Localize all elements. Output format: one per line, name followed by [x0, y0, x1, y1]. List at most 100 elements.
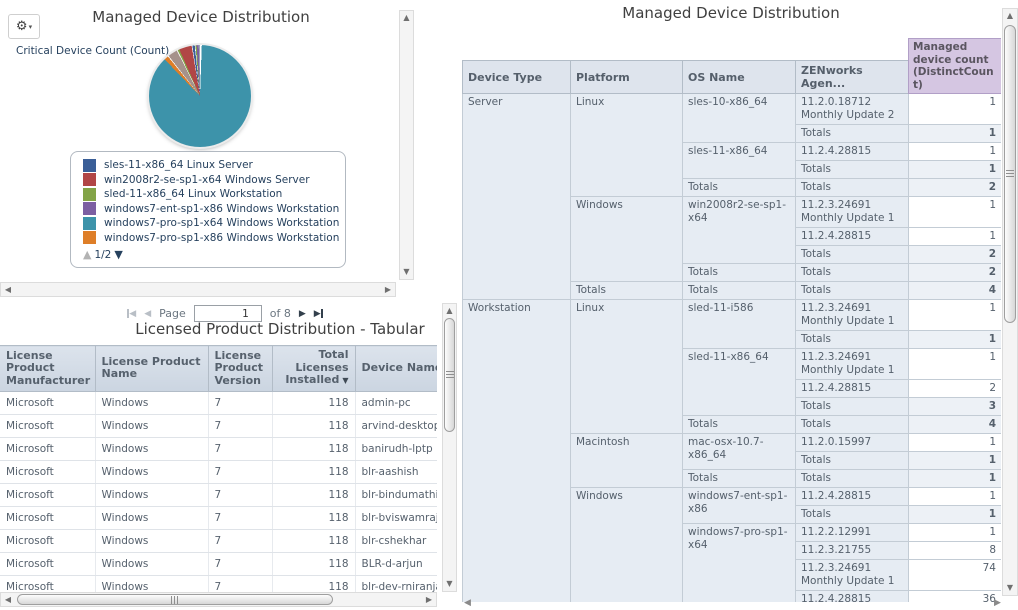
scroll-down-icon[interactable]: ▼	[1003, 584, 1017, 592]
crosstab-cell: 4	[909, 282, 1002, 300]
table-cell: 118	[272, 552, 355, 575]
crosstab-cell: 4	[909, 416, 1002, 434]
page-label: Page	[159, 307, 186, 320]
crosstab-cell: 1	[909, 161, 1002, 179]
crosstab-cell: 11.2.4.28815	[796, 488, 909, 506]
legend-page-indicator: 1/2	[94, 249, 111, 261]
crosstab-cell: windows7-ent-sp1-x86	[683, 488, 796, 524]
scrollbar-thumb[interactable]	[444, 318, 455, 432]
column-header-zenworks-agent[interactable]: ZENworks Agen...	[796, 61, 909, 94]
pie-chart[interactable]	[149, 45, 251, 147]
table-cell: Windows	[95, 414, 208, 437]
legend-item[interactable]: windows7-pro-sp1-x86 Windows Workstation	[83, 231, 339, 246]
column-header-license-product-name[interactable]: License Product Name	[95, 346, 208, 392]
legend-pager: ▲ 1/2 ▼	[83, 248, 339, 261]
crosstab-cell: 1	[909, 524, 1002, 542]
legend-item[interactable]: win2008r2-se-sp1-x64 Windows Server	[83, 173, 339, 188]
crosstab-row: WorkstationLinuxsled-11-i58611.2.3.24691…	[463, 300, 1002, 331]
scroll-up-icon[interactable]: ▲	[443, 307, 456, 315]
scroll-up-icon[interactable]: ▲	[1003, 12, 1017, 20]
crosstab-cell: Totals	[683, 470, 796, 488]
crosstab-vertical-scrollbar[interactable]: ▲ ▼	[1002, 8, 1018, 596]
table-cell: blr-aashish	[355, 460, 437, 483]
legend-item[interactable]: windows7-ent-sp1-x86 Windows Workstation	[83, 202, 339, 217]
pie-vertical-scrollbar[interactable]: ▲ ▼	[399, 10, 414, 280]
legend-label: win2008r2-se-sp1-x64 Windows Server	[104, 174, 310, 186]
pie-legend: sles-11-x86_64 Linux Serverwin2008r2-se-…	[70, 151, 346, 268]
table-row: MicrosoftWindows7118blr-bviswamraju	[0, 506, 437, 529]
crosstab-cell: sles-11-x86_64	[683, 143, 796, 179]
crosstab-cell: Totals	[571, 282, 683, 300]
licensed-horizontal-scrollbar[interactable]: ◀ ▶	[0, 592, 437, 607]
column-header-managed-device-count[interactable]: Managed device count (DistinctCount)	[909, 61, 1002, 94]
pie-horizontal-scrollbar[interactable]: ◀ ▶	[0, 282, 396, 297]
scrollbar-thumb[interactable]	[1004, 25, 1016, 323]
legend-label: windows7-ent-sp1-x86 Windows Workstation	[104, 203, 339, 215]
scroll-left-icon[interactable]: ◀	[3, 286, 13, 299]
legend-page-down-icon[interactable]: ▼	[114, 248, 122, 261]
licensed-table-body: MicrosoftWindows7118admin-pcMicrosoftWin…	[0, 391, 437, 592]
column-header-os-name[interactable]: OS Name	[683, 61, 796, 94]
crosstab-cell: Totals	[796, 282, 909, 300]
crosstab-cell: Totals	[796, 264, 909, 282]
crosstab-cell: Totals	[683, 282, 796, 300]
crosstab-cell: 8	[909, 542, 1002, 560]
scroll-right-icon[interactable]: ▶	[383, 286, 393, 299]
crosstab-cell: Totals	[796, 452, 909, 470]
pie-panel: ⚙ ▾ Managed Device Distribution Critical…	[0, 0, 416, 298]
previous-page-icon[interactable]: ◀	[144, 309, 151, 319]
scroll-left-icon[interactable]: ◀	[3, 596, 13, 609]
column-header-license-product-version[interactable]: License Product Version	[208, 346, 272, 392]
crosstab-cell: 11.2.4.28815	[796, 591, 909, 603]
table-cell: blr-bviswamraju	[355, 506, 437, 529]
legend-label: windows7-pro-sp1-x86 Windows Workstation	[104, 232, 339, 244]
column-header-license-product-manufacturer[interactable]: License Product Manufacturer	[0, 346, 95, 392]
pie-measure-label: Critical Device Count (Count)	[16, 45, 169, 57]
next-page-icon[interactable]: ▶	[299, 309, 306, 319]
crosstab-cell: 2	[909, 179, 1002, 197]
table-cell: Windows	[95, 460, 208, 483]
crosstab-table: Device Type Platform OS Name ZENworks Ag…	[462, 60, 1001, 602]
table-cell: Microsoft	[0, 391, 95, 414]
last-page-icon[interactable]: ▶	[314, 309, 323, 319]
first-page-icon[interactable]: ◀	[127, 309, 136, 319]
crosstab-cell: 1	[909, 300, 1002, 331]
scroll-down-icon[interactable]: ▼	[443, 580, 456, 588]
legend-item[interactable]: sled-11-x86_64 Linux Workstation	[83, 187, 339, 202]
table-cell: 118	[272, 414, 355, 437]
licensed-vertical-scrollbar[interactable]: ▲ ▼	[442, 303, 457, 592]
scroll-right-icon[interactable]: ▶	[424, 596, 434, 609]
column-header-platform[interactable]: Platform	[571, 61, 683, 94]
scroll-left-icon[interactable]: ◀	[464, 598, 471, 608]
crosstab-cell: 11.2.3.24691 Monthly Update 1	[796, 300, 909, 331]
crosstab-cell: Totals	[796, 470, 909, 488]
highlighted-measure-header[interactable]: Managed device count (DistinctCount)	[908, 38, 1001, 94]
scroll-right-icon[interactable]: ▶	[994, 598, 1001, 608]
table-cell: 118	[272, 506, 355, 529]
crosstab-cell: win2008r2-se-sp1-x64	[683, 197, 796, 264]
table-row: MicrosoftWindows7118BLR-d-arjun	[0, 552, 437, 575]
table-cell: 7	[208, 529, 272, 552]
legend-swatch-icon	[83, 173, 96, 186]
column-header-device-type[interactable]: Device Type	[463, 61, 571, 94]
legend-item[interactable]: sles-11-x86_64 Linux Server	[83, 158, 339, 173]
legend-item[interactable]: windows7-pro-sp1-x64 Windows Workstation	[83, 216, 339, 231]
table-cell: 7	[208, 414, 272, 437]
crosstab-cell: 1	[909, 349, 1002, 380]
column-header-device-name[interactable]: Device Name	[355, 346, 437, 392]
column-header-total-licenses-installed[interactable]: Total Licenses Installed▼	[272, 346, 355, 392]
crosstab-cell: Totals	[796, 506, 909, 524]
scroll-up-icon[interactable]: ▲	[400, 14, 413, 22]
table-cell: Microsoft	[0, 460, 95, 483]
scrollbar-thumb[interactable]	[17, 594, 333, 605]
legend-page-up-icon[interactable]: ▲	[83, 248, 91, 261]
scroll-down-icon[interactable]: ▼	[400, 268, 413, 276]
table-cell: Windows	[95, 552, 208, 575]
crosstab-cell: 2	[909, 246, 1002, 264]
legend-label: sled-11-x86_64 Linux Workstation	[104, 188, 282, 200]
crosstab-cell: Totals	[796, 161, 909, 179]
table-cell: Microsoft	[0, 437, 95, 460]
table-cell: 118	[272, 391, 355, 414]
table-cell: Windows	[95, 437, 208, 460]
pie-panel-title: Managed Device Distribution	[0, 8, 402, 26]
